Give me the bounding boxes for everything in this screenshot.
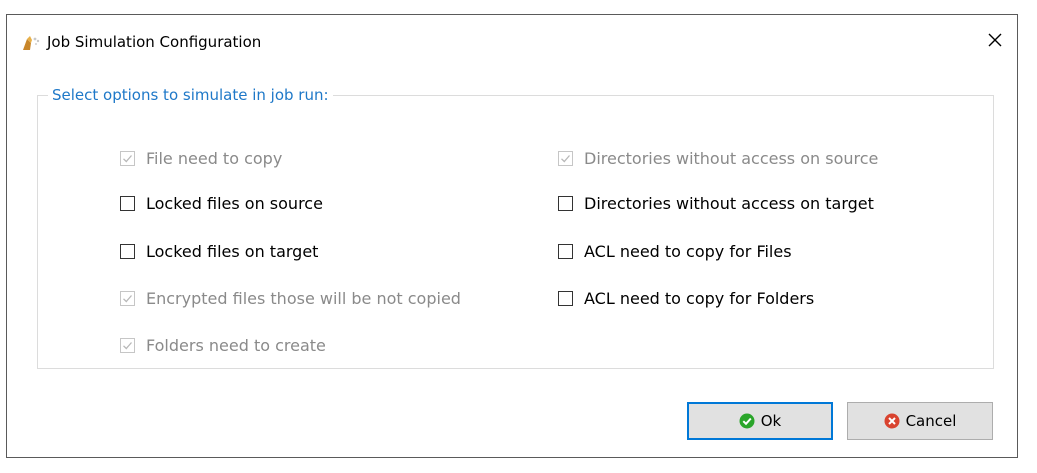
- job-simulation-dialog: Job Simulation Configuration Select opti…: [6, 14, 1018, 458]
- option-label: Locked files on target: [146, 242, 319, 261]
- option-locked-files-on-source[interactable]: Locked files on source: [120, 194, 323, 213]
- cancel-button[interactable]: Cancel: [847, 402, 993, 440]
- ok-button[interactable]: Ok: [687, 402, 833, 440]
- option-folders-need-to-create[interactable]: Folders need to create: [120, 336, 326, 355]
- checkbox[interactable]: [558, 151, 573, 166]
- option-locked-files-on-target[interactable]: Locked files on target: [120, 242, 318, 261]
- option-label: Directories without access on target: [584, 194, 874, 213]
- option-acl-copy-files[interactable]: ACL need to copy for Files: [558, 242, 792, 261]
- checkbox[interactable]: [558, 196, 573, 211]
- option-label: File need to copy: [146, 149, 283, 168]
- checkbox[interactable]: [120, 338, 135, 353]
- checkbox[interactable]: [120, 244, 135, 259]
- option-directories-no-access-target[interactable]: Directories without access on target: [558, 194, 874, 213]
- checkmark-icon: [123, 295, 132, 303]
- option-file-need-to-copy[interactable]: File need to copy: [120, 149, 282, 168]
- checkbox[interactable]: [120, 196, 135, 211]
- checkmark-icon: [561, 155, 570, 163]
- group-label: Select options to simulate in job run:: [48, 86, 333, 104]
- option-directories-no-access-source[interactable]: Directories without access on source: [558, 149, 878, 168]
- option-encrypted-files[interactable]: Encrypted files those will be not copied: [120, 289, 461, 308]
- checkbox[interactable]: [120, 151, 135, 166]
- checkbox[interactable]: [558, 291, 573, 306]
- ok-label: Ok: [760, 412, 782, 430]
- window-title: Job Simulation Configuration: [47, 33, 262, 51]
- checkmark-circle-icon: [739, 413, 755, 429]
- checkmark-icon: [123, 342, 132, 350]
- option-label: Locked files on source: [146, 194, 323, 213]
- option-label: ACL need to copy for Folders: [584, 289, 815, 308]
- options-groupbox: Select options to simulate in job run: F…: [37, 86, 994, 369]
- checkmark-icon: [123, 155, 132, 163]
- cancel-circle-icon: [884, 413, 900, 429]
- option-label: Directories without access on source: [584, 149, 879, 168]
- cancel-label: Cancel: [905, 412, 957, 430]
- option-acl-copy-folders[interactable]: ACL need to copy for Folders: [558, 289, 814, 308]
- close-icon: [988, 33, 1002, 47]
- checkbox[interactable]: [558, 244, 573, 259]
- close-button[interactable]: [977, 25, 1013, 55]
- option-label: Encrypted files those will be not copied: [146, 289, 461, 308]
- option-label: Folders need to create: [146, 336, 326, 355]
- option-label: ACL need to copy for Files: [584, 242, 792, 261]
- checkbox[interactable]: [120, 291, 135, 306]
- title-bar: Job Simulation Configuration: [7, 15, 1017, 63]
- app-icon: [21, 35, 41, 51]
